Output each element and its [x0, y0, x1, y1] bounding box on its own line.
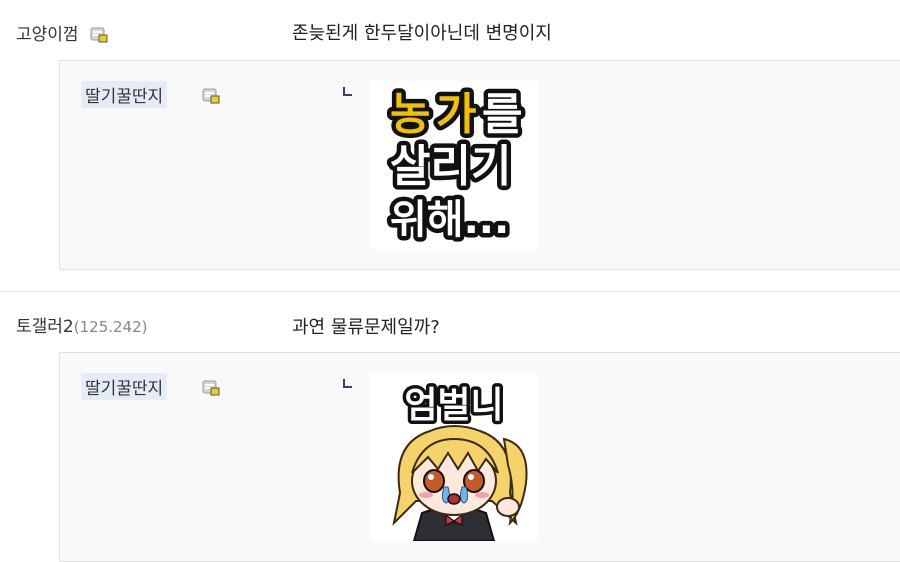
comment-item: 고양이껌 존늦된게 한두달이아닌데 변명이지 딸기꿀딴지 농 가 를 살리기 위…: [0, 0, 900, 291]
reply-author[interactable]: 딸기꿀딴지: [81, 373, 168, 400]
gallog-icon[interactable]: [202, 88, 220, 104]
reply-corner-icon: [343, 87, 352, 96]
comment-item: 토갤러2(125.242) 과연 물류문제일까? 딸기꿀딴지 엄벌니: [0, 292, 900, 562]
comment-list: 고양이껌 존늦된게 한두달이아닌데 변명이지 딸기꿀딴지 농 가 를 살리기 위…: [0, 0, 900, 562]
gallog-icon[interactable]: [202, 380, 220, 396]
reply-author[interactable]: 딸기꿀딴지: [81, 81, 168, 108]
dccon-text-line1a: 농: [390, 89, 430, 140]
dccon-caption: 엄벌니: [404, 385, 503, 426]
reply-box: 딸기꿀딴지 농 가 를 살리기 위해...: [59, 60, 900, 270]
dccon-crying-girl-graphic: 엄벌니: [392, 382, 528, 542]
dccon-text-line1c: 를: [482, 89, 522, 140]
comment-author[interactable]: 고양이껌: [16, 20, 108, 45]
comment-text: 존늦된게 한두달이아닌데 변명이지: [292, 23, 552, 44]
dccon-text-line1b: 가: [436, 89, 476, 140]
reply-box: 딸기꿀딴지 엄벌니: [59, 352, 900, 562]
author-ip: (125.242): [73, 318, 148, 336]
dccon-image[interactable]: 엄벌니: [370, 373, 538, 542]
author-nickname[interactable]: 고양이껌: [16, 25, 79, 45]
dccon-farm-graphic: 농 가 를 살리기 위해...: [386, 85, 527, 248]
gallog-icon[interactable]: [90, 27, 108, 43]
dccon-text-line2: 살리기: [390, 141, 511, 192]
reply-corner-icon: [343, 379, 352, 388]
dccon-image[interactable]: 농 가 를 살리기 위해...: [370, 81, 538, 249]
comment-text: 과연 물류문제일까?: [292, 317, 440, 338]
author-nickname[interactable]: 토갤러2: [16, 317, 74, 337]
dccon-text-line3: 위해...: [390, 197, 509, 243]
comment-author[interactable]: 토갤러2(125.242): [16, 312, 147, 337]
